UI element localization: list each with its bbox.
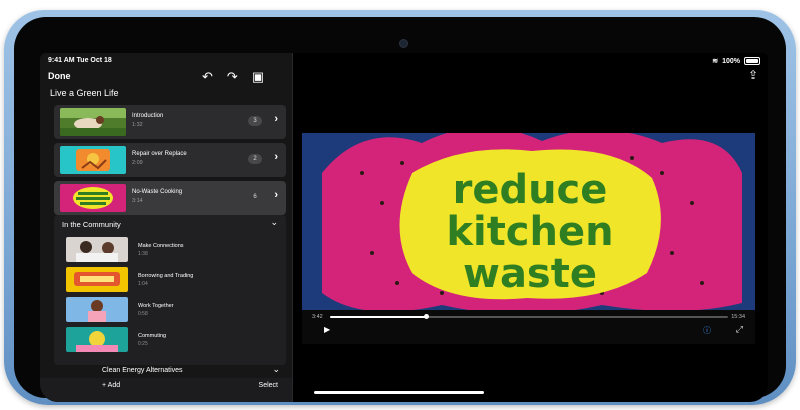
clip-duration: 2:09	[132, 160, 143, 166]
chevron-right-icon[interactable]: ›	[274, 113, 278, 125]
undo-icon[interactable]: ↶	[202, 69, 213, 85]
clip-title: No-Waste Cooking	[132, 189, 183, 195]
clean-energy-title: Clean Energy Alternatives	[102, 367, 183, 374]
battery-icon	[744, 57, 760, 65]
clip-count-badge: 3	[248, 116, 262, 126]
plus-icon: +	[102, 382, 107, 389]
sidebar-divider	[292, 53, 293, 402]
expand-icon[interactable]: ⤢	[736, 324, 743, 335]
select-button[interactable]: Select	[259, 382, 278, 389]
community-title: In the Community	[62, 220, 121, 229]
scrubber-knob[interactable]	[423, 314, 429, 319]
community-group: In the Community ⌄ Make Connections 1:38	[54, 215, 286, 365]
clip-row[interactable]: Introduction 1:32 3 ›	[54, 105, 286, 139]
clip-count-badge: 2	[248, 154, 262, 164]
screen: Live a Green Life Introduction 1:32 3 ›	[40, 53, 768, 402]
headline-line-1: reduce	[453, 167, 608, 213]
video-frame: reduce kitchen waste	[302, 133, 755, 310]
list-item-title: Make Connections	[138, 243, 184, 249]
wifi-icon: ≋	[712, 58, 719, 65]
video-viewer[interactable]: reduce kitchen waste	[302, 133, 755, 310]
share-icon[interactable]: ⇪	[748, 68, 758, 82]
list-item-title: Work Together	[138, 303, 174, 309]
clip-duration: 1:32	[132, 122, 143, 128]
add-button[interactable]: + Add	[102, 382, 120, 389]
clip-duration: 3:14	[132, 198, 143, 204]
info-icon[interactable]: ⓘ	[703, 325, 711, 336]
sidebar-footer: + Add Select	[40, 378, 292, 402]
status-date: Tue Oct 18	[76, 57, 112, 64]
play-icon[interactable]: ▶	[324, 325, 330, 334]
list-thumbnail	[66, 267, 128, 292]
front-camera	[400, 40, 407, 47]
playback-controls: 3:42 15:34 ▶ ⓘ ⤢	[302, 310, 755, 344]
list-thumbnail	[66, 327, 128, 352]
ipad-device: Live a Green Life Introduction 1:32 3 ›	[4, 10, 796, 405]
list-item[interactable]: Work Together 0:58	[66, 297, 276, 323]
editor-toolbar: Done ↶ ↷ ▣	[48, 69, 288, 87]
list-item[interactable]: Make Connections 1:38	[66, 237, 276, 263]
status-bar: 9:41 AM Tue Oct 18 ≋ 100%	[48, 57, 760, 69]
chevron-right-icon[interactable]: ›	[274, 189, 278, 201]
status-time-date: 9:41 AM Tue Oct 18	[48, 57, 112, 64]
headline-line-2: kitchen	[446, 209, 613, 255]
status-time: 9:41 AM	[48, 57, 75, 64]
done-button[interactable]: Done	[48, 71, 71, 81]
status-right: ≋ 100%	[712, 57, 760, 65]
clip-count-badge: 6	[253, 194, 257, 200]
clip-title: Repair over Replace	[132, 151, 187, 157]
chevron-down-icon[interactable]: ⌄	[270, 217, 278, 228]
time-current: 3:42	[312, 314, 323, 320]
list-item-duration: 1:38	[138, 251, 148, 257]
clip-title: Introduction	[132, 113, 164, 119]
scrubber[interactable]	[330, 314, 728, 319]
clip-row-selected[interactable]: No-Waste Cooking 3:14 6 ›	[54, 181, 286, 215]
battery-percent: 100%	[722, 57, 740, 65]
project-title: Live a Green Life	[50, 88, 119, 98]
headline-line-3: waste	[463, 251, 597, 297]
list-item-title: Borrowing and Trading	[138, 273, 194, 279]
add-label: Add	[107, 382, 121, 389]
time-total: 15:34	[731, 314, 745, 320]
clean-energy-group[interactable]: Clean Energy Alternatives ⌄	[54, 364, 286, 377]
clip-thumbnail	[60, 108, 126, 136]
home-indicator	[314, 391, 484, 394]
list-item-duration: 1:04	[138, 281, 148, 287]
list-thumbnail	[66, 237, 128, 262]
list-item-title: Commuting	[138, 333, 167, 339]
clip-thumbnail	[60, 146, 126, 174]
chevron-right-icon[interactable]: ›	[274, 151, 278, 163]
toolbar-icons: ↶ ↷ ▣	[202, 69, 264, 85]
chevron-down-icon[interactable]: ⌄	[272, 364, 280, 375]
redo-icon[interactable]: ↷	[227, 69, 238, 85]
list-item-duration: 0:25	[138, 341, 148, 347]
list-item[interactable]: Borrowing and Trading 1:04	[66, 267, 276, 293]
list-thumbnail	[66, 297, 128, 322]
list-item[interactable]: Commuting 0:25	[66, 327, 276, 353]
clip-thumbnail	[60, 184, 126, 212]
add-media-icon[interactable]: ▣	[252, 69, 264, 85]
clip-row[interactable]: Repair over Replace 2:09 2 ›	[54, 143, 286, 177]
list-item-duration: 0:58	[138, 311, 148, 317]
scrubber-fill	[330, 316, 426, 318]
sidebar: Live a Green Life Introduction 1:32 3 ›	[40, 53, 292, 402]
